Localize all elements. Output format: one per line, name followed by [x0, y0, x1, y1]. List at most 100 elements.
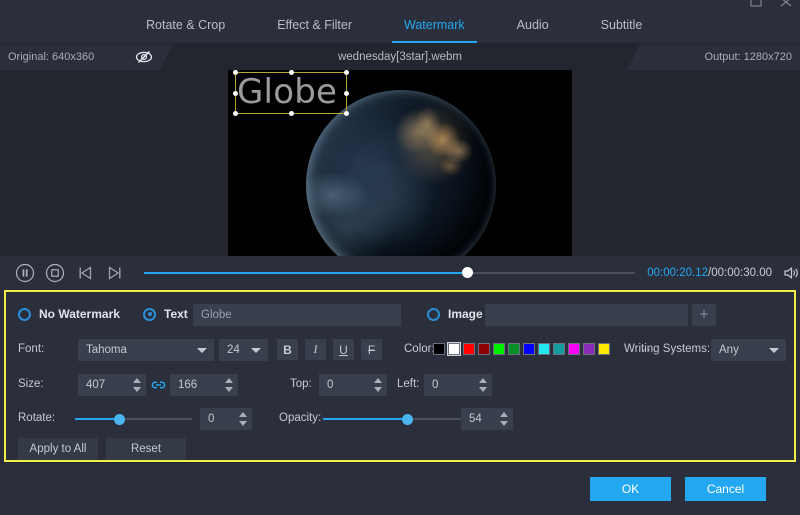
cancel-button[interactable]: Cancel — [685, 477, 766, 501]
no-watermark-radio[interactable] — [18, 308, 31, 321]
resize-handle-top-left[interactable] — [233, 70, 238, 75]
opacity-increment[interactable] — [500, 412, 508, 417]
color-swatch-3[interactable] — [478, 343, 490, 355]
size-height-increment[interactable] — [225, 378, 233, 383]
tab-label: Audio — [517, 18, 549, 32]
chevron-down-icon — [251, 348, 261, 353]
link-icon[interactable] — [151, 378, 165, 392]
text-watermark-radio[interactable] — [143, 308, 156, 321]
rotate-value: 0 — [208, 413, 214, 425]
current-time: 00:00:20.12 — [647, 267, 708, 279]
opacity-value: 54 — [469, 413, 482, 425]
image-watermark-option[interactable]: Image — [427, 307, 483, 321]
rotate-value-input[interactable]: 0 — [200, 408, 252, 430]
top-position-input[interactable]: 0 — [319, 374, 387, 396]
seek-bar[interactable] — [144, 266, 635, 280]
resize-handle-middle-left[interactable] — [233, 91, 238, 96]
left-decrement[interactable] — [479, 387, 487, 392]
color-swatch-4[interactable] — [493, 343, 505, 355]
left-increment[interactable] — [479, 378, 487, 383]
rotate-decrement[interactable] — [239, 421, 247, 426]
color-swatch-10[interactable] — [583, 343, 595, 355]
size-width-input[interactable]: 407 — [78, 374, 146, 396]
apply-to-all-button[interactable]: Apply to All — [18, 438, 98, 460]
resize-handle-top-right[interactable] — [344, 70, 349, 75]
watermark-selection-box[interactable]: Globe — [235, 72, 347, 114]
playback-controls: 00:00:20.12/00:00:30.00 — [0, 256, 800, 289]
tab-subtitle[interactable]: Subtitle — [575, 8, 669, 43]
color-swatch-2[interactable] — [463, 343, 475, 355]
volume-icon[interactable] — [782, 264, 800, 282]
seek-handle[interactable] — [462, 267, 473, 278]
time-display: 00:00:20.12/00:00:30.00 — [647, 267, 772, 279]
color-swatch-7[interactable] — [538, 343, 550, 355]
font-family-value: Tahoma — [86, 344, 127, 356]
color-swatch-6[interactable] — [523, 343, 535, 355]
resize-handle-bottom-right[interactable] — [344, 111, 349, 116]
top-decrement[interactable] — [374, 387, 382, 392]
chevron-down-icon — [197, 348, 207, 353]
image-watermark-radio[interactable] — [427, 308, 440, 321]
rotate-increment[interactable] — [239, 412, 247, 417]
color-swatch-8[interactable] — [553, 343, 565, 355]
resize-handle-top-center[interactable] — [289, 70, 294, 75]
tab-bar: Rotate & Crop Effect & Filter Watermark … — [0, 8, 800, 43]
strikethrough-button[interactable]: F — [361, 339, 382, 360]
video-converter-window: Rotate & Crop Effect & Filter Watermark … — [0, 0, 800, 515]
font-family-select[interactable]: Tahoma — [78, 339, 214, 361]
color-swatch-0[interactable] — [433, 343, 445, 355]
video-preview[interactable]: Globe — [228, 70, 572, 256]
color-swatch-11[interactable] — [598, 343, 610, 355]
color-swatch-5[interactable] — [508, 343, 520, 355]
title-bar — [0, 0, 800, 8]
color-swatch-9[interactable] — [568, 343, 580, 355]
tab-label: Rotate & Crop — [146, 18, 225, 32]
underline-button[interactable]: U — [333, 339, 354, 360]
left-label: Left: — [397, 378, 419, 390]
dialog-footer: OK Cancel — [0, 462, 800, 515]
watermark-preview-text: Globe — [236, 71, 348, 115]
size-width-increment[interactable] — [133, 378, 141, 383]
left-position-value: 0 — [432, 379, 438, 391]
watermark-image-path-input[interactable] — [485, 304, 688, 326]
tab-rotate-crop[interactable]: Rotate & Crop — [120, 8, 251, 43]
tab-audio[interactable]: Audio — [491, 8, 575, 43]
resize-handle-middle-right[interactable] — [344, 91, 349, 96]
size-height-decrement[interactable] — [225, 387, 233, 392]
opacity-value-input[interactable]: 54 — [461, 408, 513, 430]
left-position-input[interactable]: 0 — [424, 374, 492, 396]
resize-handle-bottom-left[interactable] — [233, 111, 238, 116]
text-watermark-option[interactable]: Text — [143, 307, 188, 321]
font-label: Font: — [18, 343, 44, 355]
tab-watermark[interactable]: Watermark — [378, 8, 491, 43]
ok-button[interactable]: OK — [590, 477, 671, 501]
previous-frame-icon[interactable] — [74, 262, 96, 284]
reset-button[interactable]: Reset — [106, 438, 186, 460]
writing-systems-select[interactable]: Any — [711, 339, 786, 361]
size-height-input[interactable]: 166 — [170, 374, 238, 396]
top-increment[interactable] — [374, 378, 382, 383]
font-size-select[interactable]: 24 — [219, 339, 268, 361]
original-resolution-chip: Original: 640x360 — [0, 44, 160, 70]
writing-systems-value: Any — [719, 344, 739, 356]
next-frame-icon[interactable] — [104, 262, 126, 284]
opacity-slider-handle[interactable] — [402, 414, 413, 425]
tab-effect-filter[interactable]: Effect & Filter — [251, 8, 378, 43]
italic-button[interactable]: I — [305, 339, 326, 360]
rotate-slider-handle[interactable] — [114, 414, 125, 425]
resize-handle-bottom-center[interactable] — [289, 111, 294, 116]
rotate-slider[interactable] — [75, 413, 192, 425]
opacity-slider[interactable] — [323, 413, 478, 425]
eye-off-icon[interactable] — [134, 47, 154, 67]
add-image-button[interactable]: + — [692, 304, 716, 326]
color-swatch-1[interactable] — [448, 343, 460, 355]
no-watermark-option[interactable]: No Watermark — [18, 307, 120, 321]
tab-label: Subtitle — [601, 18, 643, 32]
font-size-value: 24 — [227, 344, 240, 356]
size-width-decrement[interactable] — [133, 387, 141, 392]
stop-icon[interactable] — [44, 262, 66, 284]
bold-button[interactable]: B — [277, 339, 298, 360]
pause-icon[interactable] — [14, 262, 36, 284]
watermark-text-input[interactable]: Globe — [193, 304, 401, 326]
opacity-decrement[interactable] — [500, 421, 508, 426]
